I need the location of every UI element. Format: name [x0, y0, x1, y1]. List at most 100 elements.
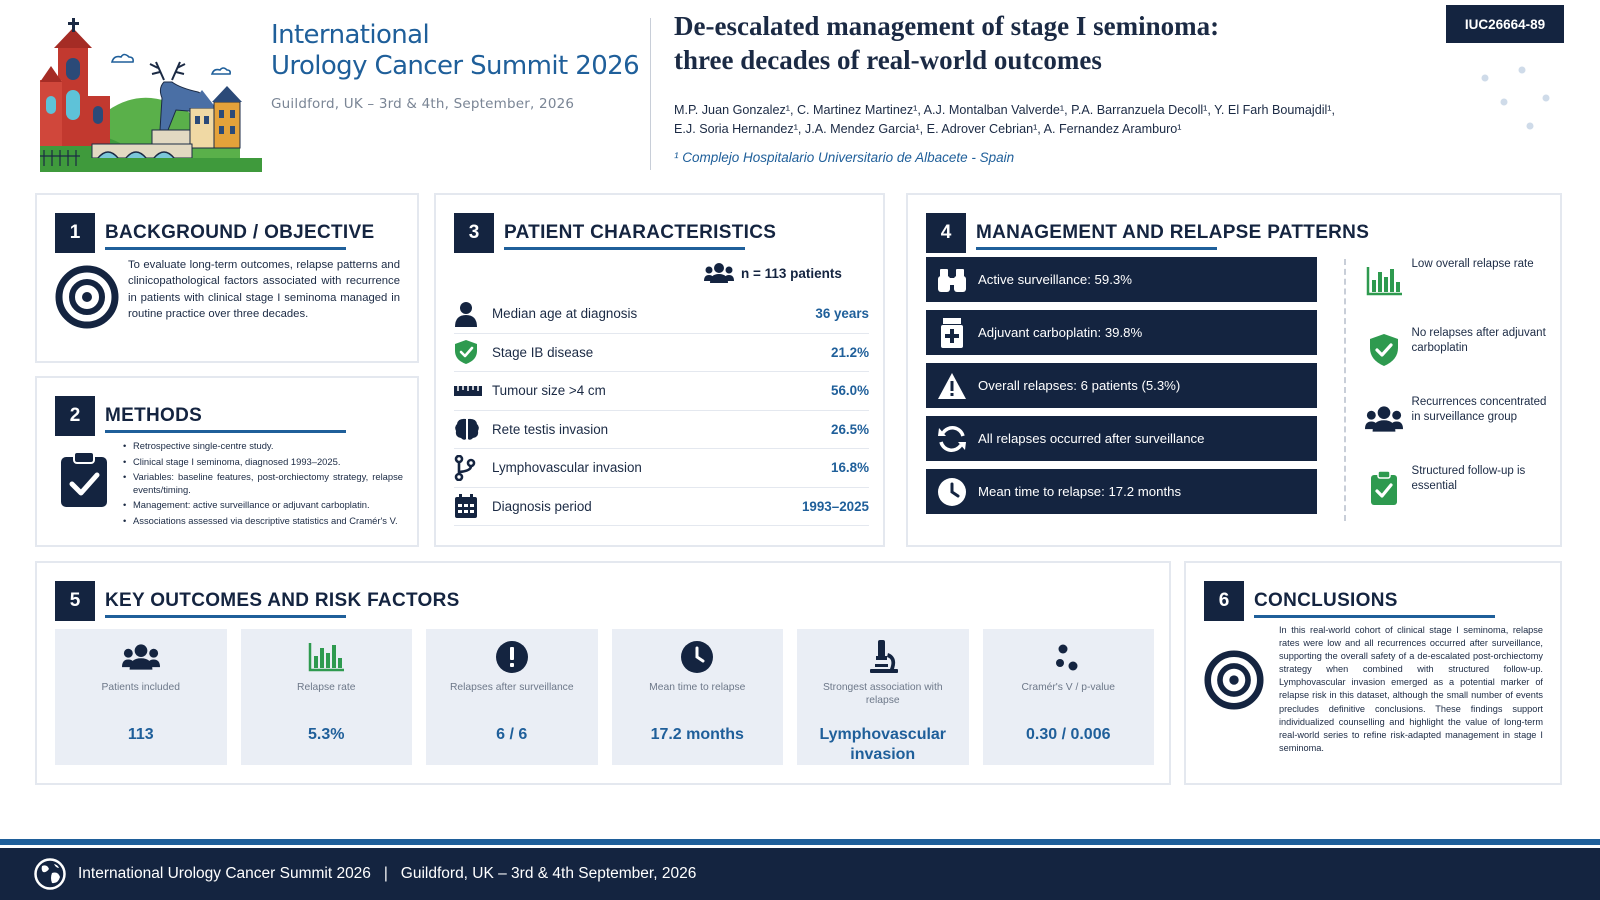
section-number: 6 — [1204, 581, 1244, 621]
cohort-size: n = 113 patients — [704, 262, 842, 284]
authors-line1: M.P. Juan Gonzalez¹, C. Martinez Martine… — [674, 103, 1335, 117]
bar-label: Active surveillance: 59.3% — [978, 272, 1132, 287]
kpi-card: Patients included 113 — [55, 629, 227, 765]
affiliation: ¹ Complejo Hospitalario Universitario de… — [674, 150, 1015, 165]
bar-label: Overall relapses: 6 patients (5.3%) — [978, 378, 1181, 393]
header-divider — [650, 18, 651, 170]
shield-check-icon — [454, 338, 484, 366]
panel-background-objective: 1 BACKGROUND / OBJECTIVE To evaluate lon… — [35, 193, 419, 363]
panel-methods: 2 METHODS Retrospective single-centre st… — [35, 376, 419, 547]
section-underline — [105, 247, 346, 250]
dots-icon — [983, 639, 1155, 675]
bar-chart-icon — [1362, 263, 1406, 299]
ruler-icon — [454, 377, 484, 405]
medicine-icon — [926, 317, 978, 348]
row-label: Rete testis invasion — [492, 421, 609, 437]
kpi-card: Relapses after surveillance 6 / 6 — [426, 629, 598, 765]
section-underline — [105, 615, 346, 618]
section-title: METHODS — [105, 405, 203, 426]
branch-icon — [454, 454, 484, 482]
group-icon — [1362, 401, 1406, 437]
kpi-label: Relapses after surveillance — [449, 682, 574, 693]
kpi-value: 6 / 6 — [496, 726, 528, 743]
summit-name-line2: Urology Cancer Summit 2026 — [271, 51, 640, 81]
section-number: 5 — [55, 581, 95, 621]
row-value: 26.5% — [831, 421, 869, 437]
kpi-label: Cramér's V / p-value — [1021, 682, 1116, 693]
list-item: Associations assessed via descriptive st… — [123, 515, 403, 528]
finding-label: No relapses after adjuvant carboplatin — [1411, 327, 1546, 354]
row-value: 56.0% — [831, 383, 869, 399]
globe-icon — [34, 858, 66, 890]
kpi-value: Lymphovascular invasion — [819, 726, 947, 763]
section-number: 2 — [55, 396, 95, 436]
bar-chart-icon — [241, 639, 413, 675]
summit-location-date: Guildford, UK – 3rd & 4th, September, 20… — [271, 96, 575, 112]
section-number: 3 — [454, 213, 494, 253]
table-row: Rete testis invasion 26.5% — [454, 411, 869, 449]
poster-id-badge: IUC26664-89 — [1446, 5, 1564, 43]
kpi-cards: Patients included 113 Relapse rate 5.3% … — [55, 629, 1154, 765]
poster-title-line2: three decades of real-world outcomes — [674, 45, 1102, 75]
characteristics-table: Median age at diagnosis 36 years Stage I… — [454, 295, 869, 526]
section-underline — [105, 430, 346, 433]
poster-header: International Urology Cancer Summit 2026… — [0, 0, 1600, 185]
kpi-label: Relapse rate — [297, 682, 356, 693]
section-underline — [1254, 615, 1495, 618]
row-label: Lymphovascular invasion — [492, 460, 642, 476]
author-list: M.P. Juan Gonzalez¹, C. Martinez Martine… — [674, 101, 1394, 138]
clipboard-check-icon — [1362, 470, 1406, 506]
list-item: No relapses after adjuvant carboplatin — [1362, 326, 1552, 395]
kpi-value: 5.3% — [308, 726, 345, 743]
kpi-label: Patients included — [101, 682, 180, 693]
summit-name: International Urology Cancer Summit 2026 — [271, 20, 640, 82]
panel-key-outcomes: 5 KEY OUTCOMES AND RISK FACTORS Patients… — [35, 561, 1171, 785]
list-item: Overall relapses: 6 patients (5.3%) — [926, 363, 1317, 408]
list-item: Recurrences concentrated in surveillance… — [1362, 395, 1552, 464]
panel-management-relapse: 4 MANAGEMENT AND RELAPSE PATTERNS Active… — [906, 193, 1562, 547]
finding-label: Recurrences concentrated in surveillance… — [1411, 396, 1547, 423]
row-value: 21.2% — [831, 344, 869, 360]
section-title: MANAGEMENT AND RELAPSE PATTERNS — [976, 222, 1370, 243]
brain-icon — [454, 415, 484, 443]
panel-conclusions: 6 CONCLUSIONS In this real-world cohort … — [1184, 561, 1562, 785]
footer-text: International Urology Cancer Summit 2026… — [78, 865, 697, 882]
table-row: Stage IB disease 21.2% — [454, 334, 869, 372]
group-icon — [704, 263, 734, 283]
bar-label: Adjuvant carboplatin: 39.8% — [978, 325, 1143, 340]
shield-check-icon — [1362, 332, 1406, 368]
kpi-value: 113 — [127, 726, 154, 743]
methods-list: Retrospective single-centre study. Clini… — [123, 440, 403, 531]
table-row: Tumour size >4 cm 56.0% — [454, 372, 869, 411]
row-label: Stage IB disease — [492, 344, 594, 360]
table-row: Lymphovascular invasion 16.8% — [454, 449, 869, 488]
table-row: Median age at diagnosis 36 years — [454, 295, 869, 334]
refresh-icon — [926, 424, 978, 454]
clipboard-check-icon — [61, 451, 107, 507]
bar-label: All relapses occurred after surveillance — [978, 431, 1205, 446]
kpi-value: 0.30 / 0.006 — [1025, 726, 1111, 743]
binoculars-icon — [926, 267, 978, 293]
footer-accent-line — [0, 839, 1600, 845]
section-title: KEY OUTCOMES AND RISK FACTORS — [105, 590, 460, 611]
list-item: Structured follow-up is essential — [1362, 464, 1552, 533]
section-underline — [976, 247, 1217, 250]
alert-icon — [426, 639, 598, 675]
conclusions-text: In this real-world cohort of clinical st… — [1279, 625, 1543, 753]
management-list: Active surveillance: 59.3% Adjuvant carb… — [926, 257, 1317, 522]
row-label: Diagnosis period — [492, 498, 592, 514]
authors-line2: E.J. Soria Hernandez¹, J.A. Mendez Garci… — [674, 121, 1182, 136]
list-item: Management: active surveillance or adjuv… — [123, 499, 403, 512]
finding-label: Low overall relapse rate — [1411, 258, 1534, 270]
list-item: Low overall relapse rate — [1362, 257, 1552, 326]
kpi-value: 17.2 months — [650, 726, 744, 743]
section-number: 4 — [926, 213, 966, 253]
list-item: All relapses occurred after surveillance — [926, 416, 1317, 461]
kpi-card: Cramér's V / p-value 0.30 / 0.006 — [982, 629, 1155, 765]
decorative-dots — [1481, 66, 1550, 130]
summit-name-line1: International — [271, 20, 430, 50]
objective-text: To evaluate long-term outcomes, relapse … — [128, 259, 400, 320]
section-title: BACKGROUND / OBJECTIVE — [105, 222, 375, 243]
cohort-size-label: n = 113 patients — [741, 265, 842, 281]
clock-icon — [612, 639, 784, 675]
